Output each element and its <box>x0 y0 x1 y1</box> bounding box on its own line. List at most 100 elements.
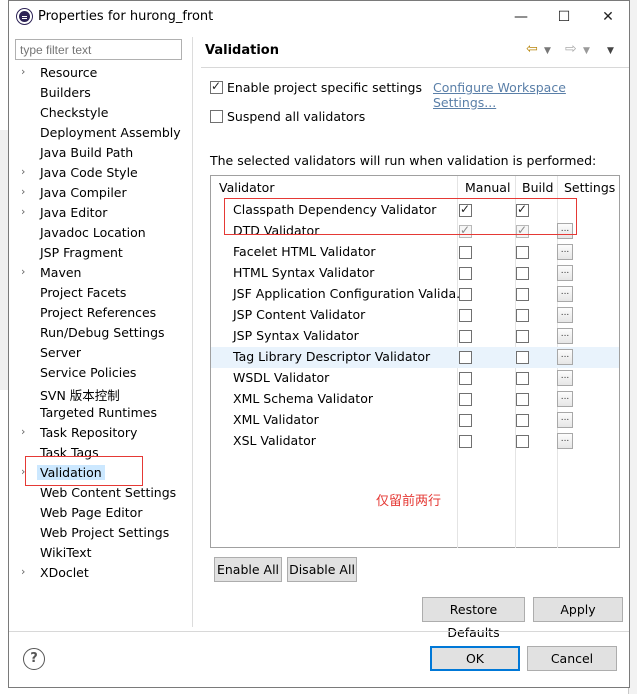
validator-settings-button[interactable]: ... <box>557 328 573 344</box>
tree-item[interactable]: JSP Fragment <box>15 244 193 263</box>
expand-chevron-icon[interactable]: › <box>21 185 25 198</box>
build-checkbox[interactable] <box>516 393 529 406</box>
forward-arrow-icon[interactable]: ⇨ <box>565 41 577 57</box>
back-arrow-icon[interactable]: ⇦ <box>526 41 538 57</box>
cancel-button[interactable]: Cancel <box>527 646 617 671</box>
filter-input[interactable] <box>15 39 182 60</box>
validator-row[interactable]: JSF Application Configuration Valida....… <box>211 284 619 305</box>
validator-settings-button[interactable]: ... <box>557 412 573 428</box>
tree-item[interactable]: Service Policies <box>15 364 193 383</box>
build-checkbox[interactable] <box>516 309 529 322</box>
manual-checkbox[interactable] <box>459 435 472 448</box>
tree-item[interactable]: › Resource <box>15 64 193 83</box>
tree-item[interactable]: › Java Code Style <box>15 164 193 183</box>
validator-row[interactable]: Tag Library Descriptor Validator... <box>211 347 619 368</box>
validator-row[interactable]: WSDL Validator... <box>211 368 619 389</box>
validator-row[interactable]: JSP Syntax Validator... <box>211 326 619 347</box>
validator-settings-button[interactable]: ... <box>557 391 573 407</box>
validator-row[interactable]: Facelet HTML Validator... <box>211 242 619 263</box>
build-checkbox[interactable] <box>516 351 529 364</box>
tree-item[interactable]: Server <box>15 344 193 363</box>
validator-settings-button[interactable]: ... <box>557 349 573 365</box>
tree-item[interactable]: Builders <box>15 84 193 103</box>
help-icon[interactable]: ? <box>23 648 45 670</box>
validator-row[interactable]: XML Validator... <box>211 410 619 431</box>
tree-item[interactable]: Web Content Settings <box>15 484 193 503</box>
tree-item[interactable]: Web Project Settings <box>15 524 193 543</box>
tree-item[interactable]: Web Page Editor <box>15 504 193 523</box>
enable-all-button[interactable]: Enable All <box>214 557 282 582</box>
tree-item[interactable]: WikiText <box>15 544 193 563</box>
manual-checkbox[interactable] <box>459 330 472 343</box>
validator-row[interactable]: XSL Validator... <box>211 431 619 452</box>
column-header-settings[interactable]: Settings <box>564 180 615 195</box>
expand-chevron-icon[interactable]: › <box>21 425 25 438</box>
tree-item-label: XDoclet <box>40 565 89 580</box>
build-checkbox[interactable] <box>516 246 529 259</box>
tree-item[interactable]: › Task Repository <box>15 424 193 443</box>
forward-dropdown-icon[interactable]: ▼ <box>583 46 590 56</box>
disable-all-button[interactable]: Disable All <box>287 557 357 582</box>
build-checkbox[interactable] <box>516 435 529 448</box>
expand-chevron-icon[interactable]: › <box>21 265 25 278</box>
tree-item[interactable]: › Java Editor <box>15 204 193 223</box>
configure-workspace-link[interactable]: Configure Workspace Settings... <box>433 80 629 110</box>
validator-settings-button[interactable]: ... <box>557 370 573 386</box>
manual-checkbox[interactable] <box>459 372 472 385</box>
build-checkbox[interactable] <box>516 414 529 427</box>
expand-chevron-icon[interactable]: › <box>21 565 25 578</box>
apply-button[interactable]: Apply <box>533 597 623 622</box>
validator-row[interactable]: HTML Syntax Validator... <box>211 263 619 284</box>
view-menu-icon[interactable]: ▼ <box>607 46 614 56</box>
tree-item[interactable]: Run/Debug Settings <box>15 324 193 343</box>
validator-settings-button[interactable]: ... <box>557 433 573 449</box>
tree-item[interactable]: SVN 版本控制 <box>15 384 193 403</box>
tree-item-label: SVN 版本控制 <box>40 388 120 403</box>
tree-item[interactable]: Javadoc Location <box>15 224 193 243</box>
ok-button[interactable]: OK <box>430 646 520 671</box>
validator-settings-button[interactable]: ... <box>557 265 573 281</box>
manual-checkbox[interactable] <box>459 414 472 427</box>
tree-item[interactable]: Checkstyle <box>15 104 193 123</box>
expand-chevron-icon[interactable]: › <box>21 205 25 218</box>
column-header-manual[interactable]: Manual <box>465 180 510 195</box>
manual-checkbox[interactable] <box>459 393 472 406</box>
panel-divider[interactable] <box>192 37 193 627</box>
validator-row[interactable]: JSP Content Validator... <box>211 305 619 326</box>
build-checkbox[interactable] <box>516 267 529 280</box>
manual-checkbox[interactable] <box>459 351 472 364</box>
expand-chevron-icon[interactable]: › <box>21 165 25 178</box>
tree-item[interactable]: Targeted Runtimes <box>15 404 193 423</box>
validator-settings-button[interactable]: ... <box>557 307 573 323</box>
column-header-validator[interactable]: Validator <box>219 180 274 195</box>
tree-item[interactable]: Project References <box>15 304 193 323</box>
expand-chevron-icon[interactable]: › <box>21 65 25 78</box>
tree-item[interactable]: Project Facets <box>15 284 193 303</box>
restore-defaults-button[interactable]: Restore Defaults <box>422 597 525 640</box>
tree-item[interactable]: › Maven <box>15 264 193 283</box>
enable-specific-checkbox[interactable] <box>210 79 223 94</box>
column-header-build[interactable]: Build <box>522 180 553 195</box>
manual-checkbox[interactable] <box>459 288 472 301</box>
manual-checkbox[interactable] <box>459 267 472 280</box>
tree-item-label: Checkstyle <box>40 105 109 120</box>
validator-row[interactable]: XML Schema Validator... <box>211 389 619 410</box>
back-dropdown-icon[interactable]: ▼ <box>544 46 551 56</box>
tree-item[interactable]: Java Build Path <box>15 144 193 163</box>
suspend-all-checkbox[interactable] <box>210 110 223 123</box>
validator-settings-button[interactable]: ... <box>557 244 573 260</box>
build-checkbox[interactable] <box>516 288 529 301</box>
properties-dialog: Properties for hurong_front — ☐ ✕ › Resou… <box>8 0 630 688</box>
tree-item[interactable]: Deployment Assembly <box>15 124 193 143</box>
tree-item[interactable]: › XDoclet <box>15 564 193 583</box>
maximize-button[interactable]: ☐ <box>554 7 574 27</box>
minimize-button[interactable]: — <box>511 7 531 27</box>
manual-checkbox[interactable] <box>459 246 472 259</box>
build-checkbox[interactable] <box>516 372 529 385</box>
tree-item[interactable]: › Java Compiler <box>15 184 193 203</box>
validator-settings-button[interactable]: ... <box>557 286 573 302</box>
enable-specific-label: Enable project specific settings <box>227 80 422 95</box>
manual-checkbox[interactable] <box>459 309 472 322</box>
close-button[interactable]: ✕ <box>598 7 618 27</box>
build-checkbox[interactable] <box>516 330 529 343</box>
